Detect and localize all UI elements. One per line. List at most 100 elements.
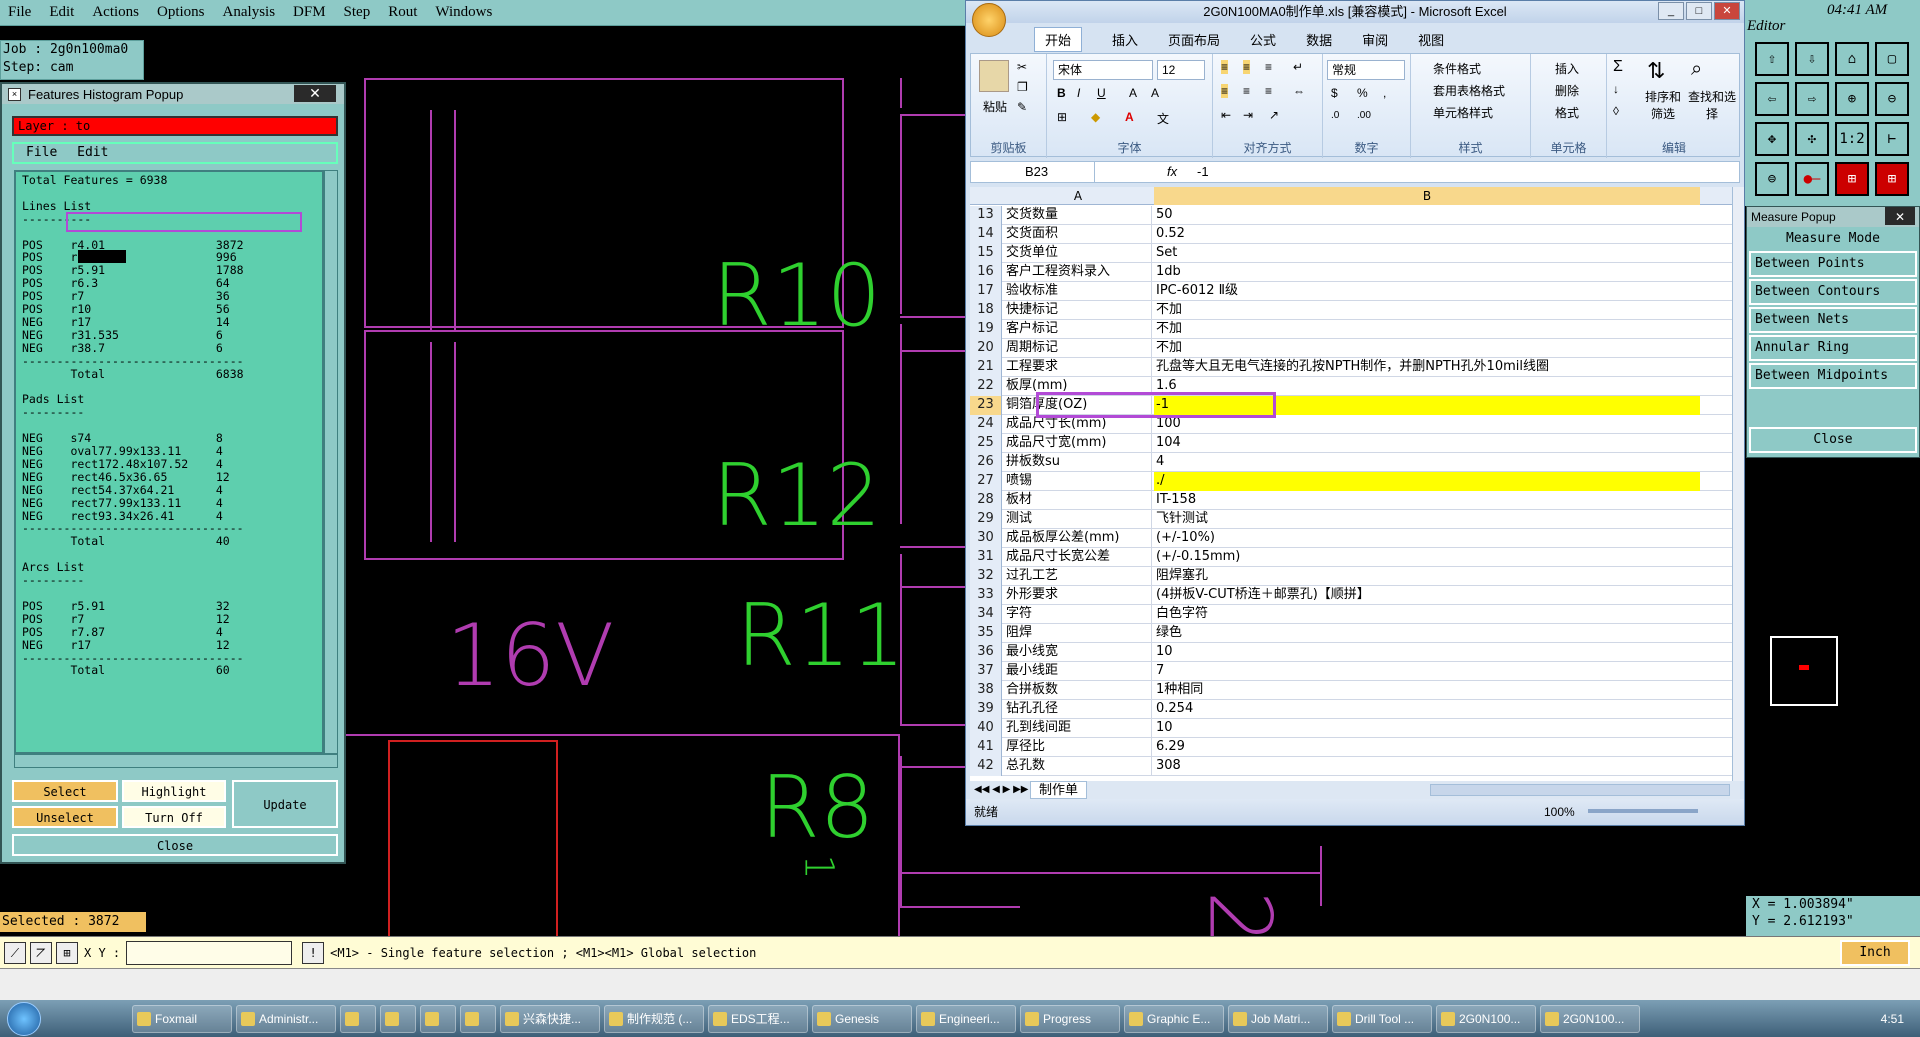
between-nets-option[interactable]: Between Nets: [1749, 307, 1917, 333]
row-number[interactable]: 30: [970, 529, 1002, 548]
conditional-format-button[interactable]: 条件格式: [1433, 60, 1481, 77]
cell-a[interactable]: 成品尺寸宽(mm): [1004, 434, 1152, 453]
increase-decimal-icon[interactable]: .0: [1331, 110, 1339, 121]
row-number[interactable]: 34: [970, 605, 1002, 624]
row-number[interactable]: 20: [970, 339, 1002, 358]
turn-off-button[interactable]: Turn Off: [122, 806, 226, 828]
underline-icon[interactable]: U: [1097, 86, 1106, 100]
table-row[interactable]: 33 外形要求 (4拼板V-CUT桥连＋邮票孔)【顺拼】: [970, 586, 1732, 605]
cell-b[interactable]: 0.52: [1154, 225, 1700, 244]
measure-tool-icon[interactable]: ⦢: [30, 941, 52, 964]
delete-cells-button[interactable]: 删除: [1555, 82, 1579, 99]
close-icon[interactable]: ✕: [294, 85, 336, 102]
cell-a[interactable]: 客户工程资料录入: [1004, 263, 1152, 282]
table-row[interactable]: 38 合拼板数 1种相同: [970, 681, 1732, 700]
table-row[interactable]: 32 过孔工艺 阻焊塞孔: [970, 567, 1732, 586]
taskbar-item[interactable]: 制作规范 (...: [604, 1004, 704, 1033]
cell-a[interactable]: 测试: [1004, 510, 1152, 529]
taskbar-item[interactable]: EDS工程...: [708, 1004, 808, 1033]
row-number[interactable]: 39: [970, 700, 1002, 719]
taskbar-item[interactable]: Drill Tool ...: [1332, 1004, 1432, 1033]
tab-data[interactable]: 数据: [1306, 30, 1332, 49]
copy-icon[interactable]: ❐: [1017, 80, 1028, 94]
net-icon[interactable]: ⊞: [1875, 162, 1909, 196]
menu-options[interactable]: Options: [157, 4, 205, 21]
cell-a[interactable]: 厚径比: [1004, 738, 1152, 757]
cell-a[interactable]: 外形要求: [1004, 586, 1152, 605]
cell-a[interactable]: 成品尺寸长宽公差: [1004, 548, 1152, 567]
align-left-icon[interactable]: ≡: [1221, 84, 1229, 98]
row-number[interactable]: 29: [970, 510, 1002, 529]
cell-a[interactable]: 客户标记: [1004, 320, 1152, 339]
table-format-button[interactable]: 套用表格格式: [1433, 82, 1505, 99]
histogram-menu-file[interactable]: File: [26, 145, 57, 160]
cell-a[interactable]: 孔到线间距: [1004, 719, 1152, 738]
vertical-scrollbar[interactable]: [1732, 187, 1744, 781]
cell-b[interactable]: 阻焊塞孔: [1154, 567, 1700, 586]
table-row[interactable]: 30 成品板厚公差(mm) (+/-10%): [970, 529, 1732, 548]
font-size-select[interactable]: 12: [1157, 60, 1205, 80]
arrow-down-icon[interactable]: ⇩: [1795, 42, 1829, 76]
menu-dfm[interactable]: DFM: [293, 4, 326, 21]
align-bottom-icon[interactable]: ≡: [1265, 60, 1272, 74]
sheet-tab[interactable]: 制作单: [1030, 781, 1088, 799]
shrink-font-icon[interactable]: A: [1151, 86, 1159, 100]
excel-titlebar[interactable]: 2G0N100MA0制作单.xls [兼容模式] - Microsoft Exc…: [966, 1, 1744, 37]
insert-cells-button[interactable]: 插入: [1555, 60, 1579, 77]
menu-analysis[interactable]: Analysis: [223, 4, 276, 21]
between-midpoints-option[interactable]: Between Midpoints: [1749, 363, 1917, 389]
find-select-icon[interactable]: ⌕: [1691, 58, 1702, 81]
align-center-icon[interactable]: ≡: [1243, 84, 1250, 98]
cell-a[interactable]: 交货数量: [1004, 206, 1152, 225]
cell-b[interactable]: 不加: [1154, 320, 1700, 339]
menu-rout[interactable]: Rout: [388, 4, 417, 21]
table-row[interactable]: 42 总孔数 308: [970, 757, 1732, 776]
cell-b[interactable]: (+/-10%): [1154, 529, 1700, 548]
row-number[interactable]: 31: [970, 548, 1002, 567]
align-right-icon[interactable]: ≡: [1265, 84, 1272, 98]
table-row[interactable]: 13 交货数量 50: [970, 206, 1732, 225]
horizontal-scrollbar[interactable]: [1430, 784, 1730, 796]
wrap-text-icon[interactable]: ↵: [1293, 60, 1303, 74]
menu-file[interactable]: File: [8, 4, 31, 21]
table-row[interactable]: 37 最小线距 7: [970, 662, 1732, 681]
zoom-box-icon[interactable]: ▢: [1875, 42, 1909, 76]
arrow-right-icon[interactable]: ⇨: [1795, 82, 1829, 116]
cell-b[interactable]: 孔盘等大且无电气连接的孔按NPTH制作，并删NPTH孔外10mil线圈: [1154, 358, 1700, 377]
cell-b[interactable]: (4拼板V-CUT桥连＋邮票孔)【顺拼】: [1154, 586, 1700, 605]
measure-titlebar[interactable]: Measure Popup ✕: [1747, 207, 1919, 227]
row-number[interactable]: 16: [970, 263, 1002, 282]
cell-a[interactable]: 快捷标记: [1004, 301, 1152, 320]
table-row[interactable]: 34 字符 白色字符: [970, 605, 1732, 624]
cell-b[interactable]: 白色字符: [1154, 605, 1700, 624]
comma-icon[interactable]: ,: [1383, 86, 1386, 100]
row-number[interactable]: 27: [970, 472, 1002, 491]
zoom-in-icon[interactable]: ⊕: [1835, 82, 1869, 116]
update-button[interactable]: Update: [232, 780, 338, 828]
table-row[interactable]: 19 客户标记 不加: [970, 320, 1732, 339]
cell-b[interactable]: 7: [1154, 662, 1700, 681]
overview-canvas[interactable]: [1746, 458, 1920, 898]
cell-b[interactable]: 1db: [1154, 263, 1700, 282]
merge-icon[interactable]: ⇔: [1293, 84, 1305, 98]
cell-b[interactable]: 不加: [1154, 301, 1700, 320]
minimize-icon[interactable]: _: [1658, 2, 1684, 20]
cell-a[interactable]: 成品板厚公差(mm): [1004, 529, 1152, 548]
cell-b[interactable]: 6.29: [1154, 738, 1700, 757]
clear-icon[interactable]: ◊: [1613, 104, 1619, 118]
cell-b[interactable]: 104: [1154, 434, 1700, 453]
row-number[interactable]: 18: [970, 301, 1002, 320]
tab-review[interactable]: 审阅: [1362, 30, 1388, 49]
histogram-menu-edit[interactable]: Edit: [77, 145, 108, 160]
formula-input[interactable]: -1: [1197, 162, 1209, 182]
scale-icon[interactable]: 1:2: [1835, 122, 1869, 156]
arrow-left-icon[interactable]: ⇦: [1755, 82, 1789, 116]
tab-home[interactable]: 开始: [1034, 26, 1083, 52]
sort-filter-button[interactable]: 排序和筛选: [1641, 88, 1685, 122]
col-a-header[interactable]: A: [1004, 187, 1152, 205]
orientation-icon[interactable]: ↗: [1269, 108, 1279, 122]
cell-b[interactable]: 308: [1154, 757, 1700, 776]
row-number[interactable]: 28: [970, 491, 1002, 510]
bold-icon[interactable]: B: [1057, 86, 1066, 100]
taskbar-item[interactable]: Foxmail: [132, 1004, 232, 1033]
